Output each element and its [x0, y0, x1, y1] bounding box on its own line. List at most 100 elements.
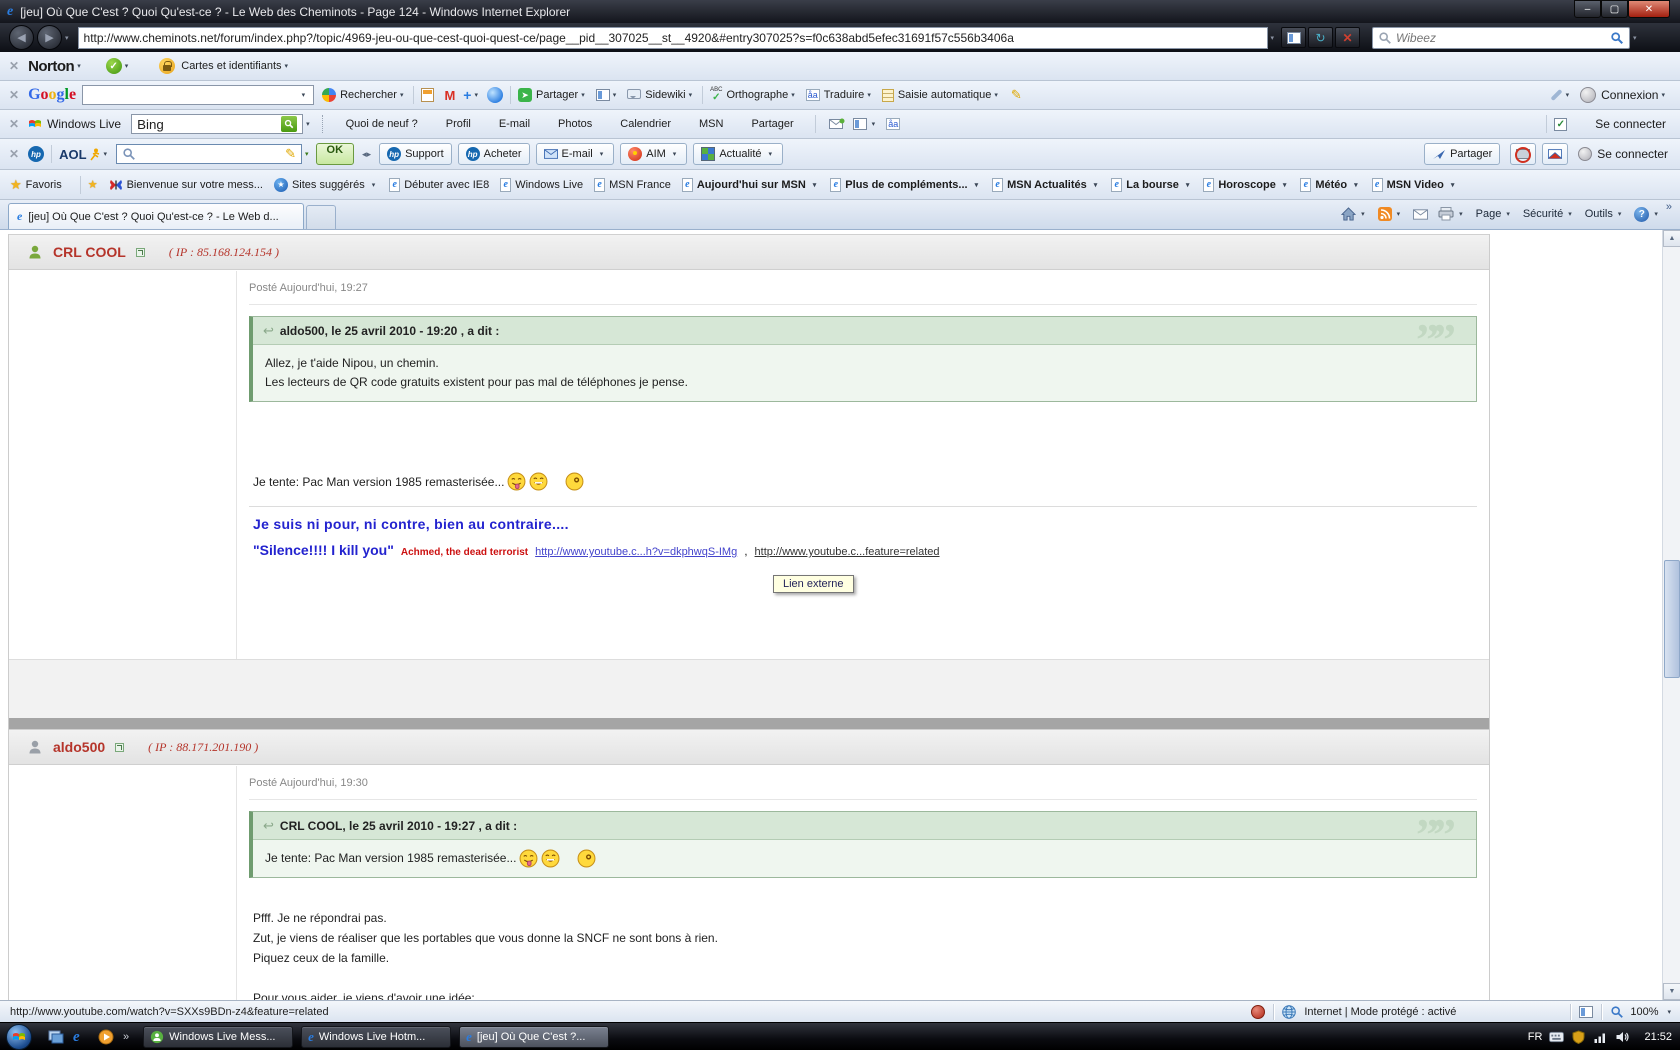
search-caret[interactable]: ▾: [1633, 34, 1637, 42]
google-search-caret[interactable]: ▾: [302, 91, 306, 99]
live-search-box[interactable]: [131, 114, 303, 134]
sidewiki-button[interactable]: Sidewiki: [645, 89, 685, 101]
quicklaunch-chevron-icon[interactable]: »: [123, 1031, 129, 1043]
search-box[interactable]: [1372, 27, 1630, 49]
add-gadget-icon[interactable]: +: [463, 87, 471, 103]
google-search-button-caret[interactable]: ▾: [400, 91, 404, 99]
norton-safeweb-caret[interactable]: ▾: [125, 62, 129, 70]
forward-button[interactable]: ▶: [37, 25, 62, 50]
favorite-caret[interactable]: ▾: [372, 181, 376, 189]
print-caret[interactable]: ▾: [1459, 210, 1463, 218]
favorite-item-windows-live[interactable]: eWindows Live: [500, 178, 583, 192]
compatibility-status-icon[interactable]: [1579, 1006, 1593, 1018]
active-tab[interactable]: e [jeu] Où Que C'est ? Quoi Qu'est-ce ? …: [8, 203, 304, 229]
zoom-magnifier-icon[interactable]: [1610, 1005, 1624, 1019]
aim-button[interactable]: AIM▾: [620, 143, 687, 165]
favorite-caret[interactable]: ▾: [975, 181, 979, 189]
scroll-up-button[interactable]: ▲: [1663, 230, 1680, 247]
favorite-caret[interactable]: ▾: [1451, 181, 1455, 189]
live-link-email[interactable]: E-mail: [499, 118, 530, 130]
security-shield-icon[interactable]: [1571, 1030, 1586, 1044]
aol-news-button[interactable]: Actualité▾: [693, 143, 783, 165]
layout-icon[interactable]: [596, 89, 610, 101]
network-tray-icon[interactable]: [1593, 1030, 1608, 1044]
norton-safeweb-icon[interactable]: ✓: [106, 58, 122, 74]
identity-lock-icon[interactable]: [159, 58, 175, 74]
translate-button[interactable]: Traduire: [824, 89, 865, 101]
favorite-item-stocks[interactable]: eLa bourse▾: [1111, 178, 1192, 192]
live-close-icon[interactable]: ✕: [9, 117, 19, 131]
aol-search-input[interactable]: [136, 147, 256, 162]
google-search-button[interactable]: Rechercher: [340, 89, 397, 101]
google-signin-link[interactable]: Connexion: [1601, 88, 1658, 102]
favorite-item-horoscope[interactable]: eHoroscope▾: [1203, 178, 1289, 192]
toolbar-splitter-icon[interactable]: ◂▸: [362, 149, 371, 160]
settings-wrench-icon[interactable]: [1550, 89, 1562, 101]
favorite-item-messenger[interactable]: Bienvenue sur votre mess...: [109, 178, 263, 192]
favorites-button[interactable]: ★ Favoris: [10, 177, 62, 193]
aol-close-icon[interactable]: ✕: [9, 147, 19, 161]
show-desktop-icon[interactable]: [48, 1029, 64, 1045]
bing-search-button[interactable]: [281, 116, 297, 132]
live-link-profile[interactable]: Profil: [446, 118, 471, 130]
home-caret[interactable]: ▾: [1361, 210, 1365, 218]
refresh-button[interactable]: ↻: [1308, 27, 1333, 48]
news-icon[interactable]: [421, 88, 434, 102]
live-link-calendar[interactable]: Calendrier: [620, 118, 671, 130]
hp-logo-icon[interactable]: hp: [28, 146, 44, 162]
feeds-caret[interactable]: ▾: [1397, 210, 1401, 218]
live-translate-icon[interactable]: åa: [886, 118, 900, 130]
hp-support-button[interactable]: hpSupport: [379, 143, 452, 165]
scrollbar-thumb[interactable]: [1664, 560, 1680, 678]
norton-logo[interactable]: Norton: [28, 58, 74, 75]
close-button[interactable]: ✕: [1628, 0, 1670, 18]
google-earth-icon[interactable]: [487, 87, 503, 103]
search-go-icon[interactable]: [1610, 31, 1624, 45]
sidewiki-caret[interactable]: ▾: [689, 91, 693, 99]
signature-link-2[interactable]: http://www.youtube.c...feature=related: [755, 546, 940, 558]
new-tab-button[interactable]: [306, 205, 336, 229]
keyboard-tray-icon[interactable]: [1549, 1030, 1564, 1044]
post-author[interactable]: aldo500: [53, 739, 105, 755]
maximize-button[interactable]: ▢: [1601, 0, 1628, 18]
live-search-caret[interactable]: ▾: [306, 120, 310, 128]
autofill-caret[interactable]: ▾: [994, 91, 998, 99]
norton-caret[interactable]: ▾: [77, 62, 81, 70]
signature-link-1[interactable]: http://www.youtube.c...h?v=dkphwqS-IMg: [535, 546, 737, 558]
google-share-button[interactable]: Partager: [536, 89, 578, 101]
aim-caret[interactable]: ▾: [673, 150, 677, 158]
taskbar-clock[interactable]: 21:52: [1644, 1031, 1672, 1043]
overflow-chevron-icon[interactable]: »: [1666, 201, 1672, 213]
vertical-scrollbar[interactable]: ▲ ▼: [1662, 230, 1680, 1000]
aol-logo[interactable]: AOL: [59, 147, 86, 162]
address-caret[interactable]: ▾: [1271, 34, 1275, 42]
identity-safe-label[interactable]: Cartes et identifiants: [181, 60, 281, 72]
aol-pencil-icon[interactable]: ✎: [285, 146, 296, 162]
media-player-icon[interactable]: [98, 1029, 114, 1045]
history-caret[interactable]: ▾: [65, 34, 69, 42]
spellcheck-caret[interactable]: ▾: [791, 91, 795, 99]
live-link-share[interactable]: Partager: [751, 118, 793, 130]
identity-safe-caret[interactable]: ▾: [285, 62, 289, 70]
google-signin-caret[interactable]: ▾: [1661, 91, 1665, 99]
favorite-caret[interactable]: ▾: [1186, 181, 1190, 189]
form-fill-caret[interactable]: ▾: [872, 120, 876, 128]
ie-quicklaunch-icon[interactable]: e: [73, 1029, 89, 1045]
favorite-item-today-msn[interactable]: eAujourd'hui sur MSN▾: [682, 178, 819, 192]
print-button[interactable]: ▾: [1438, 201, 1466, 227]
favorite-caret[interactable]: ▾: [1094, 181, 1098, 189]
stop-button[interactable]: ✕: [1335, 27, 1360, 48]
aol-email-button[interactable]: E-mail ▾: [536, 143, 615, 165]
spellcheck-button[interactable]: Orthographe: [726, 89, 788, 101]
aol-ok-button[interactable]: OK: [316, 143, 355, 165]
scroll-down-button[interactable]: ▼: [1663, 983, 1680, 1000]
add-gadget-caret[interactable]: ▾: [474, 91, 478, 99]
compatibility-view-button[interactable]: [1281, 27, 1306, 48]
minimize-button[interactable]: –: [1574, 0, 1601, 18]
live-link-photos[interactable]: Photos: [558, 118, 592, 130]
tools-menu[interactable]: Outils▾: [1585, 201, 1625, 227]
live-search-input[interactable]: [137, 117, 267, 132]
favorite-item-suggested-sites[interactable]: ★ Sites suggérés ▾: [274, 178, 378, 192]
aol-caret[interactable]: ▾: [104, 150, 108, 158]
aol-share-button[interactable]: Partager: [1424, 143, 1500, 165]
